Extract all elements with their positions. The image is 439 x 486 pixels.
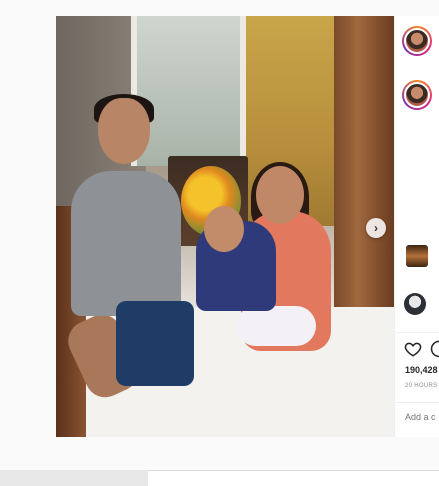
likes-count[interactable]: 190,428 [405,365,438,375]
commenter-avatar[interactable] [404,293,426,315]
photo-mother-skirt [236,306,316,346]
photo-boy-shorts [116,301,194,386]
photo-boy [71,171,181,316]
divider [394,402,439,403]
photo-girl-head [204,206,244,252]
carousel-next-button[interactable]: › [366,218,386,238]
post-photo[interactable] [56,16,394,437]
author-avatar[interactable] [402,26,432,56]
divider [394,332,439,333]
bottom-tab[interactable] [0,470,148,486]
avatar-image [404,28,430,54]
chevron-right-icon: › [374,221,378,235]
comment-icon[interactable] [430,340,439,358]
heart-icon[interactable] [404,340,422,358]
commenter-avatar[interactable] [406,245,428,267]
photo-window [131,16,246,166]
caption-author-avatar[interactable] [402,80,432,110]
photo-mother-head [256,166,304,224]
post-timestamp[interactable]: 20 HOURS [405,383,437,389]
avatar-image [404,82,430,108]
instagram-post-view: › 190,428 20 HOURS [0,0,439,486]
photo-boy-head [98,98,150,164]
add-comment-input[interactable] [405,412,439,422]
